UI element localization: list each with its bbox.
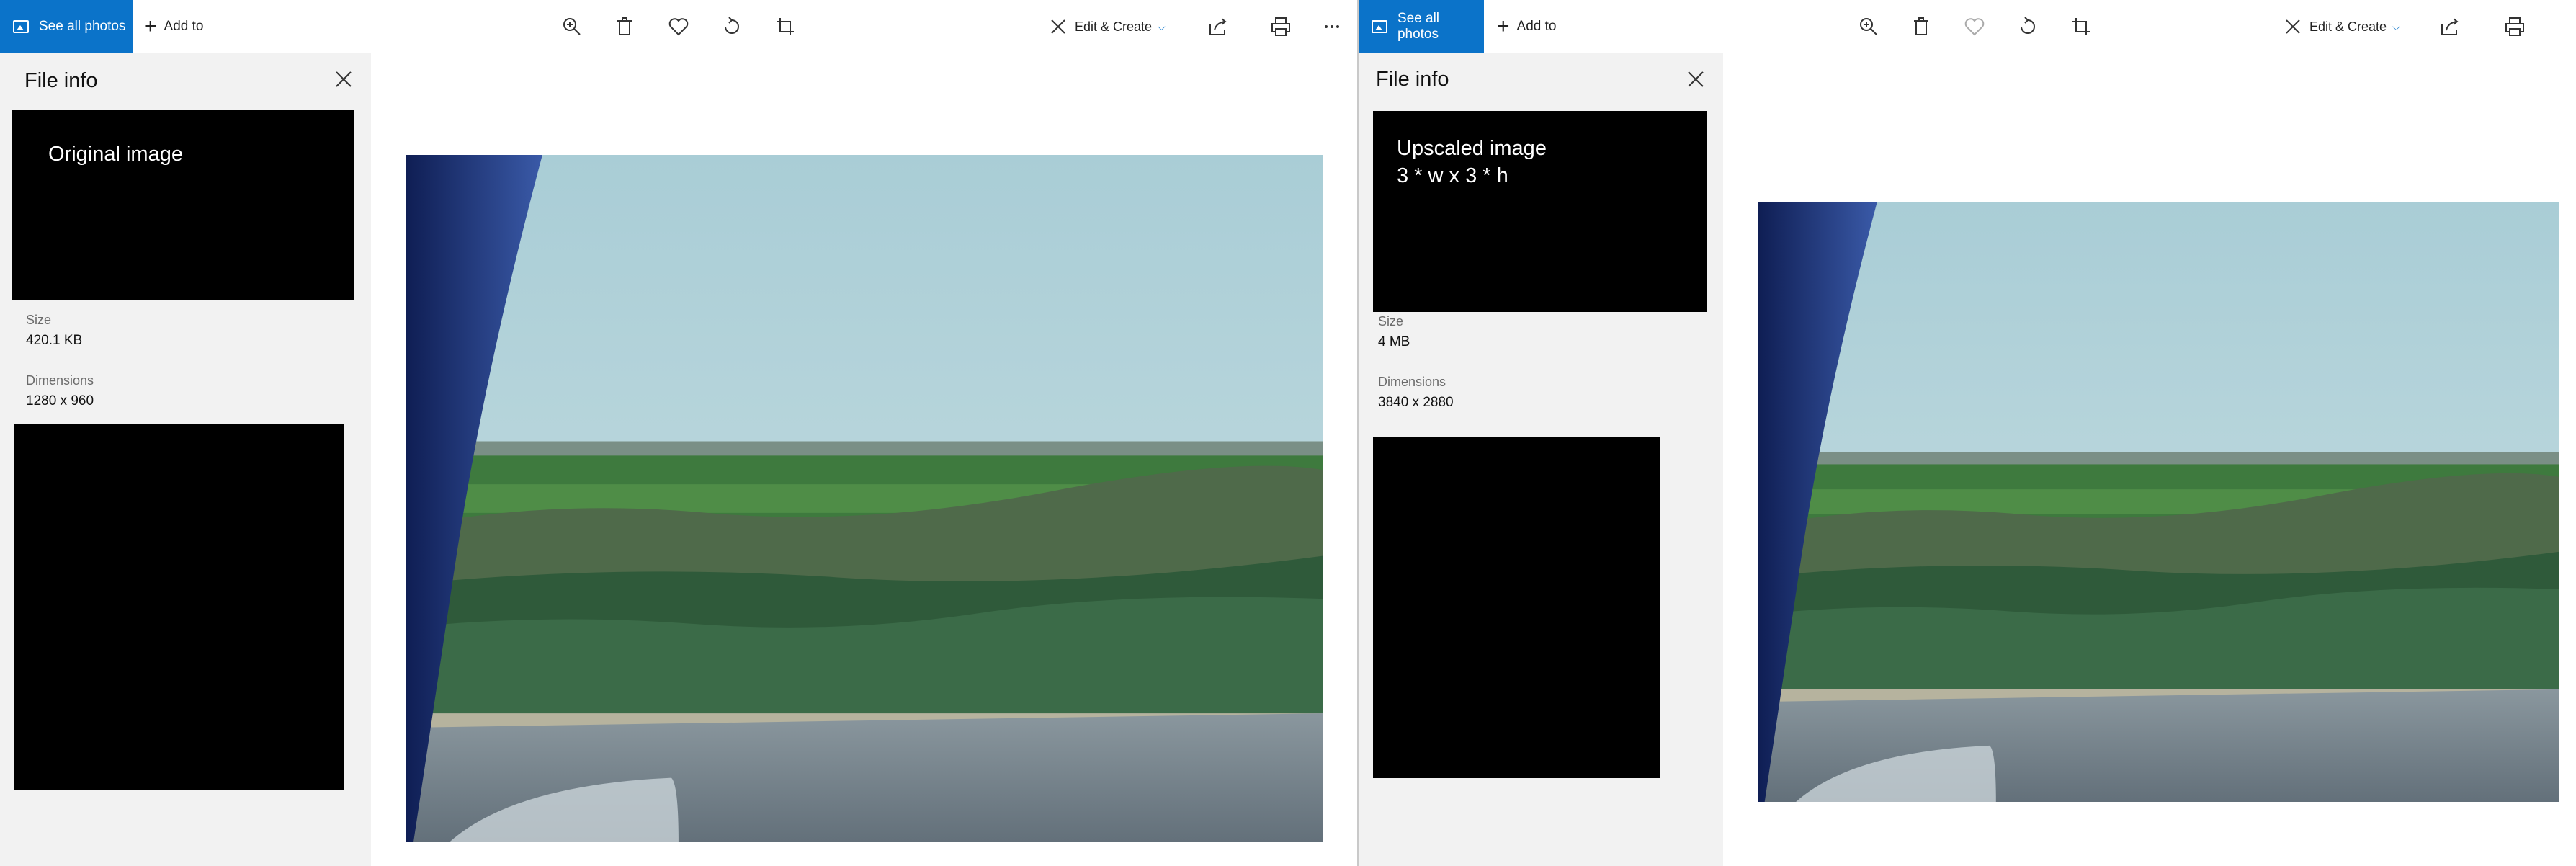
edit-create-icon <box>1051 19 1065 34</box>
add-to-label: Add to <box>1516 19 1557 34</box>
photos-icon <box>13 20 29 33</box>
crop-icon[interactable] <box>774 16 796 37</box>
edit-create-button[interactable]: Edit & Create ⌵ <box>1049 0 1166 53</box>
panel-title: File info <box>1376 68 1449 91</box>
plus-icon: + <box>1497 14 1510 38</box>
plus-icon: + <box>144 14 157 38</box>
share-icon[interactable] <box>1207 16 1229 37</box>
rotate-icon[interactable] <box>2017 16 2039 37</box>
delete-icon[interactable] <box>614 16 635 37</box>
add-to-label: Add to <box>164 19 204 34</box>
crop-icon[interactable] <box>2070 16 2092 37</box>
panel-title: File info <box>24 69 98 92</box>
redacted-area <box>14 424 344 790</box>
photos-window-original: See all photos + Add to Edit & Create ⌵ <box>0 0 1359 866</box>
edit-create-icon <box>2286 19 2300 34</box>
dimensions-value: 3840 x 2880 <box>1378 395 1454 410</box>
size-value: 4 MB <box>1378 334 1410 349</box>
edit-create-label: Edit & Create <box>1075 19 1153 34</box>
see-all-photos-label: See all photos <box>39 19 126 34</box>
edit-create-button[interactable]: Edit & Create ⌵ <box>2284 0 2400 53</box>
toolbar: See all photos + Add to Edit & Create ⌵ <box>0 0 1359 53</box>
add-to-button[interactable]: + Add to <box>144 0 203 53</box>
size-label: Size <box>1378 314 1404 329</box>
size-label: Size <box>26 313 52 327</box>
file-info-panel: File info Original image Size 420.1 KB D… <box>0 53 371 866</box>
dimensions-value: 1280 x 960 <box>26 393 94 409</box>
chevron-down-icon: ⌵ <box>1158 20 1166 32</box>
chevron-down-icon: ⌵ <box>2392 20 2400 32</box>
preview-label: Upscaled image 3 * w x 3 * h <box>1397 137 1547 187</box>
edit-create-label: Edit & Create <box>2309 19 2387 34</box>
delete-icon[interactable] <box>1910 16 1932 37</box>
landscape-photo <box>1758 202 2559 802</box>
toolbar: See all photos + Add to Edit & Create ⌵ <box>1359 0 2576 53</box>
close-icon[interactable] <box>1686 69 1706 89</box>
see-all-photos-button[interactable]: See all photos <box>0 0 133 53</box>
preview-box: Upscaled image 3 * w x 3 * h <box>1373 111 1707 312</box>
dimensions-label: Dimensions <box>26 373 94 388</box>
see-all-photos-button[interactable]: See all photos <box>1359 0 1484 53</box>
favorite-icon[interactable] <box>668 16 689 37</box>
share-icon[interactable] <box>2439 16 2461 37</box>
size-value: 420.1 KB <box>26 333 83 348</box>
file-info-panel: File info Upscaled image 3 * w x 3 * h S… <box>1359 53 1723 866</box>
zoom-in-icon[interactable] <box>561 16 583 37</box>
rotate-icon[interactable] <box>721 16 743 37</box>
photos-icon <box>1372 20 1387 33</box>
zoom-in-icon[interactable] <box>1858 16 1879 37</box>
print-icon[interactable] <box>2504 16 2526 37</box>
close-icon[interactable] <box>334 69 354 89</box>
landscape-photo <box>406 155 1323 842</box>
preview-label: Original image <box>48 143 183 166</box>
more-icon[interactable] <box>1321 16 1343 37</box>
favorite-icon[interactable] <box>1964 16 1985 37</box>
photo-view[interactable] <box>406 155 1323 842</box>
dimensions-label: Dimensions <box>1378 375 1446 389</box>
preview-box: Original image <box>12 110 354 300</box>
photos-window-upscaled: See all photos + Add to Edit & Create ⌵ <box>1359 0 2576 866</box>
see-all-photos-label: See all photos <box>1397 11 1440 42</box>
photo-view[interactable] <box>1758 202 2559 802</box>
redacted-area <box>1373 437 1660 778</box>
print-icon[interactable] <box>1270 16 1292 37</box>
add-to-button[interactable]: + Add to <box>1497 0 1556 53</box>
